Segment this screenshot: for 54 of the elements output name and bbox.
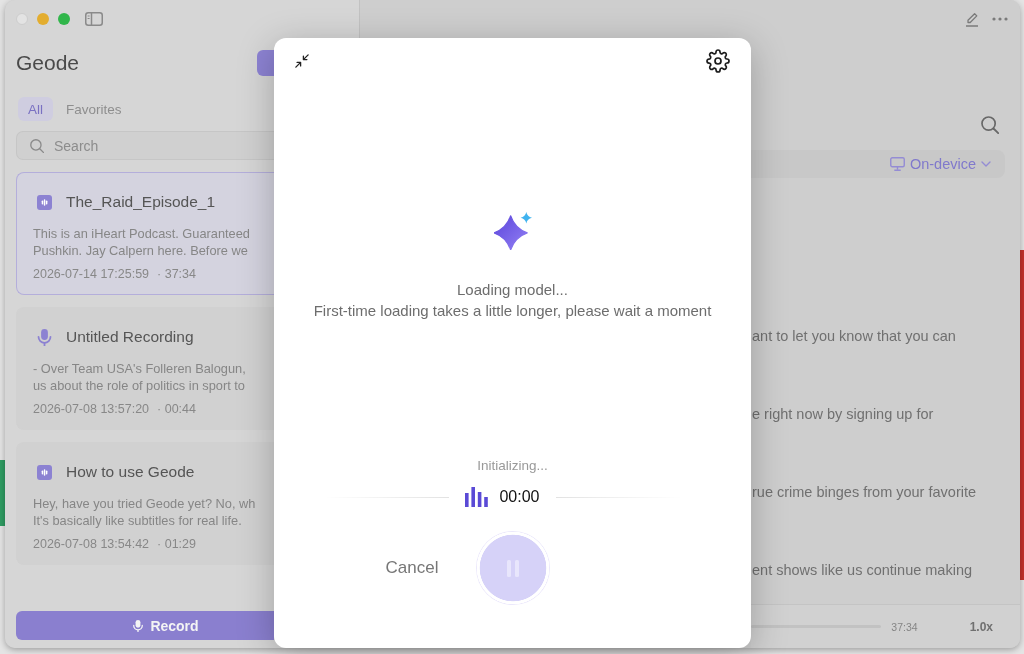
settings-icon[interactable] <box>706 49 730 73</box>
microphone-icon <box>37 328 52 346</box>
more-icon[interactable] <box>992 17 1008 21</box>
recording-duration: · 37:34 <box>157 266 196 283</box>
transcript-text: ant to let you know that you can <box>752 327 956 346</box>
model-dropdown[interactable]: On-device <box>889 156 991 172</box>
zoom-button[interactable] <box>58 13 70 25</box>
audio-bars-icon <box>465 487 489 507</box>
preview-text: Hey, have you tried Geode yet? No, wh <box>33 495 256 512</box>
search-field[interactable]: Search <box>16 131 274 160</box>
playback-speed-button[interactable]: 1.0x <box>969 619 993 634</box>
duration-label: 37:34 <box>891 620 918 633</box>
transcript-text: ent shows like us continue making <box>752 561 973 580</box>
recording-title: How to use Geode <box>66 462 195 482</box>
preview-text: This is an iHeart Podcast. Guaranteed <box>33 225 250 242</box>
chevron-down-icon <box>981 161 991 167</box>
recording-card[interactable]: The_Raid_Episode_1 This is an iHeart Podcast. Guaranteed Pushkin. Jay Calpern here. Before we 2026-07-14 17:25:59 · 37:34 <box>16 172 274 295</box>
microphone-icon <box>133 618 144 633</box>
recording-title: Untitled Recording <box>66 327 194 347</box>
recording-date: 2026-07-14 17:25:59 <box>33 266 150 283</box>
monitor-icon <box>889 157 905 171</box>
loading-hint: First-time loading takes a little longer, please wait a moment <box>313 301 712 321</box>
app-title: Geode <box>16 50 80 76</box>
loading-message: Loading model... <box>457 280 568 300</box>
transcript-text: e right now by signing up for <box>752 405 934 424</box>
record-button[interactable]: Record <box>16 611 274 640</box>
pencil-icon[interactable] <box>965 11 979 27</box>
recording-card[interactable]: Untitled Recording - Over Team USA's Folleren Balogun, us about the role of politics in sport to 2026-07-08 13:57:20 · 00:44 <box>16 307 274 430</box>
timer-text: 00:00 <box>499 487 540 507</box>
preview-text: us about the role of politics in sport to <box>33 377 245 394</box>
audio-file-icon <box>37 464 52 480</box>
preview-text: Pushkin. Jay Calpern here. Before we <box>33 242 248 259</box>
preview-text: It's basically like subtitles for real life. <box>33 512 242 529</box>
recording-title: The_Raid_Episode_1 <box>66 192 216 212</box>
sparkle-icon <box>493 212 532 250</box>
recording-date: 2026-07-08 13:57:20 <box>33 401 150 418</box>
audio-file-icon <box>37 194 52 210</box>
cancel-button[interactable]: Cancel <box>385 558 439 578</box>
header-action-button[interactable] <box>257 50 274 76</box>
backdrop-window-edge <box>0 460 5 526</box>
recording-duration: · 01:29 <box>157 536 196 553</box>
preview-text: - Over Team USA's Folleren Balogun, <box>33 360 246 377</box>
minimize-button[interactable] <box>37 13 49 25</box>
search-icon <box>30 139 44 153</box>
recording-date: 2026-07-08 13:54:42 <box>33 536 150 553</box>
tab[interactable]: All <box>18 97 53 121</box>
transcript-text: rue crime binges from your favorite <box>752 483 977 502</box>
collapse-icon[interactable] <box>295 54 309 68</box>
tab[interactable]: Favorites <box>56 97 132 121</box>
search-icon[interactable] <box>981 116 999 134</box>
recording-card[interactable]: How to use Geode Hey, have you tried Geode yet? No, wh It's basically like subtitles for real life. 2026-07-08 13:54:42 · 01:29 <box>16 442 274 565</box>
recording-duration: · 00:44 <box>157 401 196 418</box>
status-text: Initializing... <box>477 457 548 475</box>
sidebar-toggle-icon[interactable] <box>85 12 103 26</box>
